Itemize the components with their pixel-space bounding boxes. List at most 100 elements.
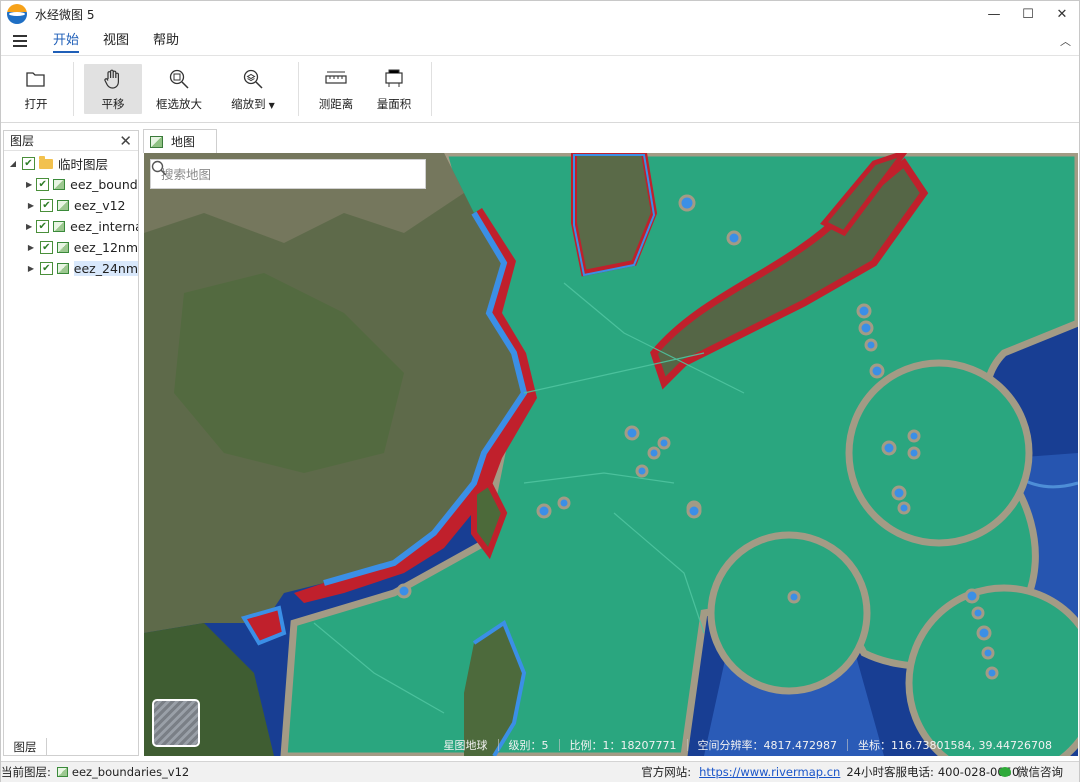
zoom-to-text: 缩放到 bbox=[231, 97, 266, 111]
layer-label: eez_boundaries bbox=[70, 177, 138, 192]
polygon-layer-icon bbox=[56, 242, 69, 253]
website-label: 官方网站: bbox=[641, 765, 692, 779]
maximize-button[interactable]: ☐ bbox=[1011, 1, 1045, 27]
hand-pan-icon bbox=[101, 68, 125, 90]
checkbox[interactable]: ✔ bbox=[40, 199, 53, 212]
measure-area-label: 量面积 bbox=[376, 97, 412, 111]
tab-start[interactable]: 开始 bbox=[41, 27, 91, 55]
search-icon[interactable] bbox=[151, 160, 425, 188]
layer-group-row[interactable]: ◢ ✔ 临时图层 bbox=[4, 153, 138, 174]
expand-right-icon[interactable]: ▶ bbox=[26, 180, 32, 189]
checkbox[interactable]: ✔ bbox=[22, 157, 35, 170]
scale-label: 比例： bbox=[569, 739, 603, 752]
ribbon-divider bbox=[431, 62, 432, 116]
checkbox[interactable]: ✔ bbox=[39, 262, 53, 275]
area-measure-icon bbox=[382, 68, 406, 90]
open-button[interactable]: 打开 bbox=[7, 56, 65, 122]
status-bar: 当前图层: eez_boundaries_v12 官方网站: https://w… bbox=[1, 761, 1079, 782]
layer-panel: 图层 ✕ ◢ ✔ 临时图层 ▶ ✔ eez_boundaries ▶ ✔ eez… bbox=[3, 130, 139, 756]
zoom-to-button[interactable]: 缩放到 ▼ bbox=[216, 56, 290, 122]
expand-right-icon[interactable]: ▶ bbox=[26, 243, 36, 252]
layer-row[interactable]: ▶ ✔ eez_v12 bbox=[4, 195, 138, 216]
polygon-layer-icon bbox=[57, 200, 69, 211]
tab-help[interactable]: 帮助 bbox=[141, 27, 191, 55]
status-divider bbox=[558, 739, 560, 751]
hamburger-menu-icon[interactable] bbox=[13, 35, 27, 47]
coord-value: 116.73801584, 39.44726708 bbox=[891, 738, 1052, 752]
chevron-down-icon: ▼ bbox=[268, 101, 275, 110]
minimize-button[interactable]: — bbox=[977, 1, 1011, 27]
tab-layers[interactable]: 图层 bbox=[3, 738, 47, 756]
window-controls: — ☐ ✕ bbox=[977, 1, 1079, 27]
ribbon-divider bbox=[298, 62, 299, 116]
layer-label: eez_24nm bbox=[73, 261, 138, 276]
basemap-name: 星图地球 bbox=[443, 739, 488, 752]
zoom-to-layers-icon bbox=[241, 68, 265, 90]
checkbox[interactable]: ✔ bbox=[36, 220, 50, 233]
collapse-ribbon-chevron-up-icon[interactable]: ︿ bbox=[1060, 33, 1071, 49]
current-layer-label: 当前图层: bbox=[1, 765, 51, 779]
layer-panel-title: 图层 bbox=[10, 134, 35, 148]
resolution-label: 空间分辨率： bbox=[697, 739, 764, 752]
expand-right-icon[interactable]: ▶ bbox=[26, 201, 36, 210]
box-zoom-button[interactable]: 框选放大 bbox=[142, 56, 216, 122]
coord-label: 坐标： bbox=[858, 739, 892, 752]
level-value: 5 bbox=[541, 738, 549, 752]
layer-row[interactable]: ▶ ✔ eez_boundaries bbox=[4, 174, 138, 195]
expand-down-icon[interactable]: ◢ bbox=[8, 159, 18, 168]
box-zoom-label: 框选放大 bbox=[156, 97, 202, 111]
scale-value: 1：18207771 bbox=[602, 739, 677, 752]
measure-distance-label: 测距离 bbox=[318, 97, 354, 111]
pan-label: 平移 bbox=[101, 97, 125, 111]
map-canvas[interactable]: 星图地球 级别： 5 比例： 1：18207771 空间分辨率： 4817.47… bbox=[144, 153, 1078, 756]
pan-button[interactable]: 平移 bbox=[84, 64, 142, 114]
map-search-box bbox=[150, 159, 426, 189]
wechat-icon bbox=[999, 767, 1011, 777]
window-title: 水经微图 5 bbox=[35, 7, 95, 22]
search-input[interactable] bbox=[161, 166, 395, 182]
app-window: 水经微图 5 — ☐ ✕ 开始 视图 帮助 ︿ 打开 平移 框选放大 缩放到 ▼… bbox=[0, 0, 1080, 782]
map-graphic[interactable] bbox=[144, 153, 1078, 756]
expand-right-icon[interactable]: ▶ bbox=[26, 222, 32, 231]
menu-bar: 开始 视图 帮助 ︿ bbox=[1, 27, 1079, 55]
app-logo-icon bbox=[7, 4, 27, 24]
status-divider bbox=[686, 739, 688, 751]
measure-distance-button[interactable]: 测距离 bbox=[307, 56, 365, 122]
layer-panel-header: 图层 ✕ bbox=[4, 131, 138, 151]
website-link[interactable]: https://www.rivermap.cn bbox=[699, 765, 840, 779]
current-layer-value: eez_boundaries_v12 bbox=[71, 765, 190, 779]
layer-group-label: 临时图层 bbox=[58, 157, 109, 172]
ruler-icon bbox=[324, 68, 348, 90]
layer-icon bbox=[56, 767, 68, 777]
tab-map[interactable]: 地图 bbox=[143, 129, 217, 153]
wechat-consult-button[interactable]: 微信咨询 bbox=[999, 764, 1063, 780]
layer-row[interactable]: ▶ ✔ eez_12nm bbox=[4, 237, 138, 258]
layer-tree: ◢ ✔ 临时图层 ▶ ✔ eez_boundaries ▶ ✔ eez_v12 … bbox=[4, 151, 138, 279]
level-label: 级别： bbox=[508, 739, 542, 752]
checkbox[interactable]: ✔ bbox=[36, 178, 50, 191]
layer-label: eez_12nm bbox=[73, 240, 138, 255]
status-divider bbox=[497, 739, 499, 751]
measure-area-button[interactable]: 量面积 bbox=[365, 56, 423, 122]
wechat-label: 微信咨询 bbox=[1017, 765, 1063, 779]
polygon-layer-icon bbox=[53, 221, 66, 232]
close-button[interactable]: ✕ bbox=[1045, 1, 1079, 27]
zoom-box-icon bbox=[167, 68, 191, 90]
close-icon[interactable]: ✕ bbox=[119, 132, 132, 150]
folder-icon bbox=[39, 155, 53, 169]
status-divider bbox=[847, 739, 849, 751]
layer-label: eez_v12 bbox=[74, 198, 126, 213]
resolution-value: 4817.472987 bbox=[763, 738, 838, 752]
ribbon-toolbar: 打开 平移 框选放大 缩放到 ▼ 测距离 量面积 bbox=[1, 55, 1079, 123]
zoom-to-label: 缩放到 ▼ bbox=[231, 96, 275, 112]
expand-right-icon[interactable]: ▶ bbox=[26, 264, 36, 273]
layer-row-selected[interactable]: ▶ ✔ eez_24nm bbox=[4, 258, 138, 279]
checkbox[interactable]: ✔ bbox=[39, 241, 53, 254]
tab-view[interactable]: 视图 bbox=[91, 27, 141, 55]
line-layer-icon bbox=[53, 179, 66, 190]
open-label: 打开 bbox=[24, 97, 48, 111]
polygon-layer-icon bbox=[56, 263, 69, 274]
folder-open-icon bbox=[24, 68, 48, 90]
ribbon-divider bbox=[73, 62, 74, 116]
layer-row[interactable]: ▶ ✔ eez_internal bbox=[4, 216, 138, 237]
